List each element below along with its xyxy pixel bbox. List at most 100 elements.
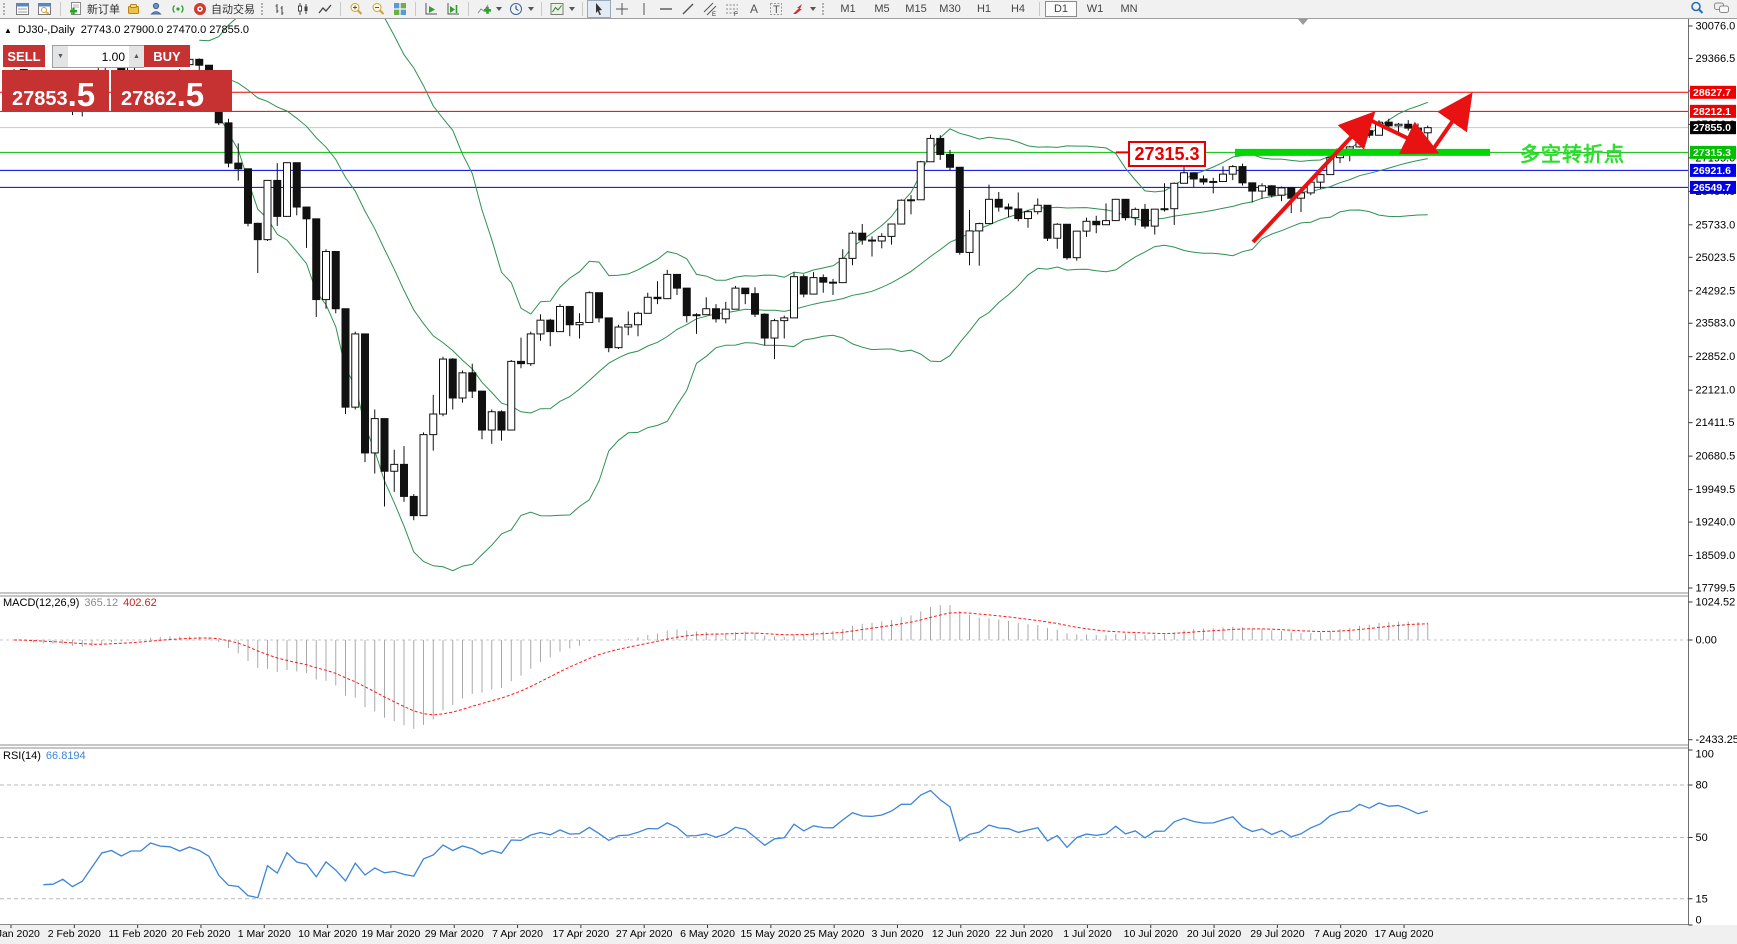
- toolbar-separator: [60, 2, 61, 16]
- candle-body: [245, 169, 252, 224]
- time-axis-label: 25 May 2020: [804, 928, 865, 940]
- text-tool-icon[interactable]: A: [743, 1, 765, 17]
- volume-increase-button[interactable]: ▲: [129, 46, 144, 67]
- text-label-tool-icon[interactable]: T: [765, 1, 787, 17]
- candle-body: [917, 162, 924, 200]
- candle-body: [888, 224, 895, 236]
- add-indicator-icon: [476, 1, 492, 17]
- zoom-in-icon[interactable]: [345, 1, 367, 17]
- rsi-indicator-label: RSI(14)66.8194: [3, 750, 86, 762]
- toolbar-drag-handle[interactable]: [261, 3, 266, 15]
- chevron-down-icon: [528, 7, 534, 11]
- candle-body: [625, 325, 632, 327]
- trendline-tool-icon[interactable]: [677, 1, 699, 17]
- candle-body: [1034, 205, 1041, 211]
- timeframe-button-MN[interactable]: MN: [1113, 1, 1145, 17]
- new-order-icon: [68, 1, 84, 17]
- buy-price-display[interactable]: 27862 .5: [111, 70, 232, 112]
- candle-body: [761, 314, 768, 338]
- timeframe-button-W1[interactable]: W1: [1079, 1, 1111, 17]
- candle-body: [537, 320, 544, 334]
- templates-menu-button[interactable]: [546, 1, 578, 17]
- toolbar-separator: [415, 2, 416, 16]
- candle-body: [722, 309, 729, 319]
- periods-menu-button[interactable]: [505, 1, 537, 17]
- macd-value-signal: 402.62: [123, 597, 157, 609]
- volume-decrease-button[interactable]: ▼: [53, 46, 68, 67]
- time-axis-label: 7 Aug 2020: [1314, 928, 1367, 940]
- tile-windows-icon[interactable]: [389, 1, 411, 17]
- signals-icon[interactable]: [167, 1, 189, 17]
- data-window-icon[interactable]: [34, 1, 56, 17]
- timeframe-button-M15[interactable]: M15: [900, 1, 932, 17]
- equidistant-channel-tool-icon[interactable]: E: [699, 1, 721, 17]
- indicators-menu-button[interactable]: [473, 1, 505, 17]
- time-axis-label: 11 Feb 2020: [109, 928, 167, 940]
- timeframe-button-H1[interactable]: H1: [968, 1, 1000, 17]
- candle-body: [1103, 221, 1110, 225]
- candle-body: [488, 412, 495, 430]
- candle-body: [947, 154, 954, 167]
- vertical-line-tool-icon[interactable]: [633, 1, 655, 17]
- new-order-button[interactable]: 新订单: [65, 1, 123, 17]
- candle-body: [1210, 181, 1217, 182]
- market-watch-icon[interactable]: [12, 1, 34, 17]
- volume-input[interactable]: [68, 46, 129, 67]
- candle-body: [1142, 209, 1149, 226]
- crosshair-tool-icon[interactable]: [611, 1, 633, 17]
- annotation-note-text[interactable]: 多空转折点: [1520, 138, 1625, 167]
- chevron-down-icon: [569, 7, 575, 11]
- timeframe-button-M30[interactable]: M30: [934, 1, 966, 17]
- candle-body: [371, 419, 378, 453]
- timeframe-button-M1[interactable]: M1: [832, 1, 864, 17]
- zoom-out-icon[interactable]: [367, 1, 389, 17]
- candle-body: [849, 233, 856, 258]
- new-order-label: 新订单: [87, 1, 120, 17]
- price-axis-tick-label: 24292.5: [1696, 285, 1736, 297]
- chevron-down-icon: [496, 7, 502, 11]
- price-level-label[interactable]: 27315.3: [1128, 141, 1206, 167]
- collapse-marker-icon[interactable]: ▲: [4, 26, 12, 35]
- candle-body: [966, 231, 973, 253]
- candle-body: [1200, 179, 1207, 182]
- candle-body: [313, 219, 320, 300]
- toolbar-drag-handle[interactable]: [3, 3, 8, 15]
- time-axis-label: 29 Mar 2020: [425, 928, 484, 940]
- search-icon[interactable]: [1689, 0, 1705, 19]
- toolbar-drag-handle[interactable]: [822, 3, 827, 15]
- candle-body: [956, 167, 963, 252]
- timeframe-button-H4[interactable]: H4: [1002, 1, 1034, 17]
- time-axis[interactable]: 23 Jan 20202 Feb 202011 Feb 202020 Feb 2…: [0, 925, 1434, 940]
- cursor-tool-icon[interactable]: [587, 0, 611, 18]
- support-highlight-bar[interactable]: [1235, 149, 1490, 156]
- bar-chart-mode-icon[interactable]: [270, 1, 292, 17]
- buy-button[interactable]: BUY: [144, 45, 190, 69]
- line-chart-mode-icon[interactable]: [314, 1, 336, 17]
- horizontal-line-tool-icon[interactable]: [655, 1, 677, 17]
- timeframe-button-D1[interactable]: D1: [1045, 1, 1077, 17]
- candle-body: [1064, 224, 1071, 257]
- auto-trading-button[interactable]: 自动交易: [189, 1, 258, 17]
- account-icon[interactable]: [145, 1, 167, 17]
- time-axis-label: 10 Jul 2020: [1124, 928, 1178, 940]
- candle-body: [1132, 209, 1139, 217]
- rsi-axis-label: 100: [1696, 749, 1714, 761]
- candle-body: [1259, 186, 1266, 191]
- price-chart[interactable]: 30076.029366.528657.027926.027195.026464…: [0, 0, 1737, 944]
- sell-price-display[interactable]: 27853 .5: [2, 70, 109, 112]
- arrows-tool-button[interactable]: [787, 1, 819, 17]
- timeframe-button-M5[interactable]: M5: [866, 1, 898, 17]
- chart-shift-icon[interactable]: [442, 1, 464, 17]
- time-axis-label: 17 Apr 2020: [553, 928, 610, 940]
- candle-body: [683, 288, 690, 315]
- depth-of-market-icon[interactable]: [123, 1, 145, 17]
- auto-scroll-icon[interactable]: [420, 1, 442, 17]
- fibonacci-tool-icon[interactable]: F: [721, 1, 743, 17]
- chat-icon[interactable]: [1713, 0, 1731, 19]
- candle-body: [791, 277, 798, 318]
- candlestick-mode-icon[interactable]: [292, 1, 314, 17]
- candle-body: [557, 306, 564, 331]
- sell-button[interactable]: SELL: [3, 45, 45, 69]
- price-axis-tick-label: 17799.5: [1696, 583, 1736, 595]
- candle-body: [1220, 174, 1227, 181]
